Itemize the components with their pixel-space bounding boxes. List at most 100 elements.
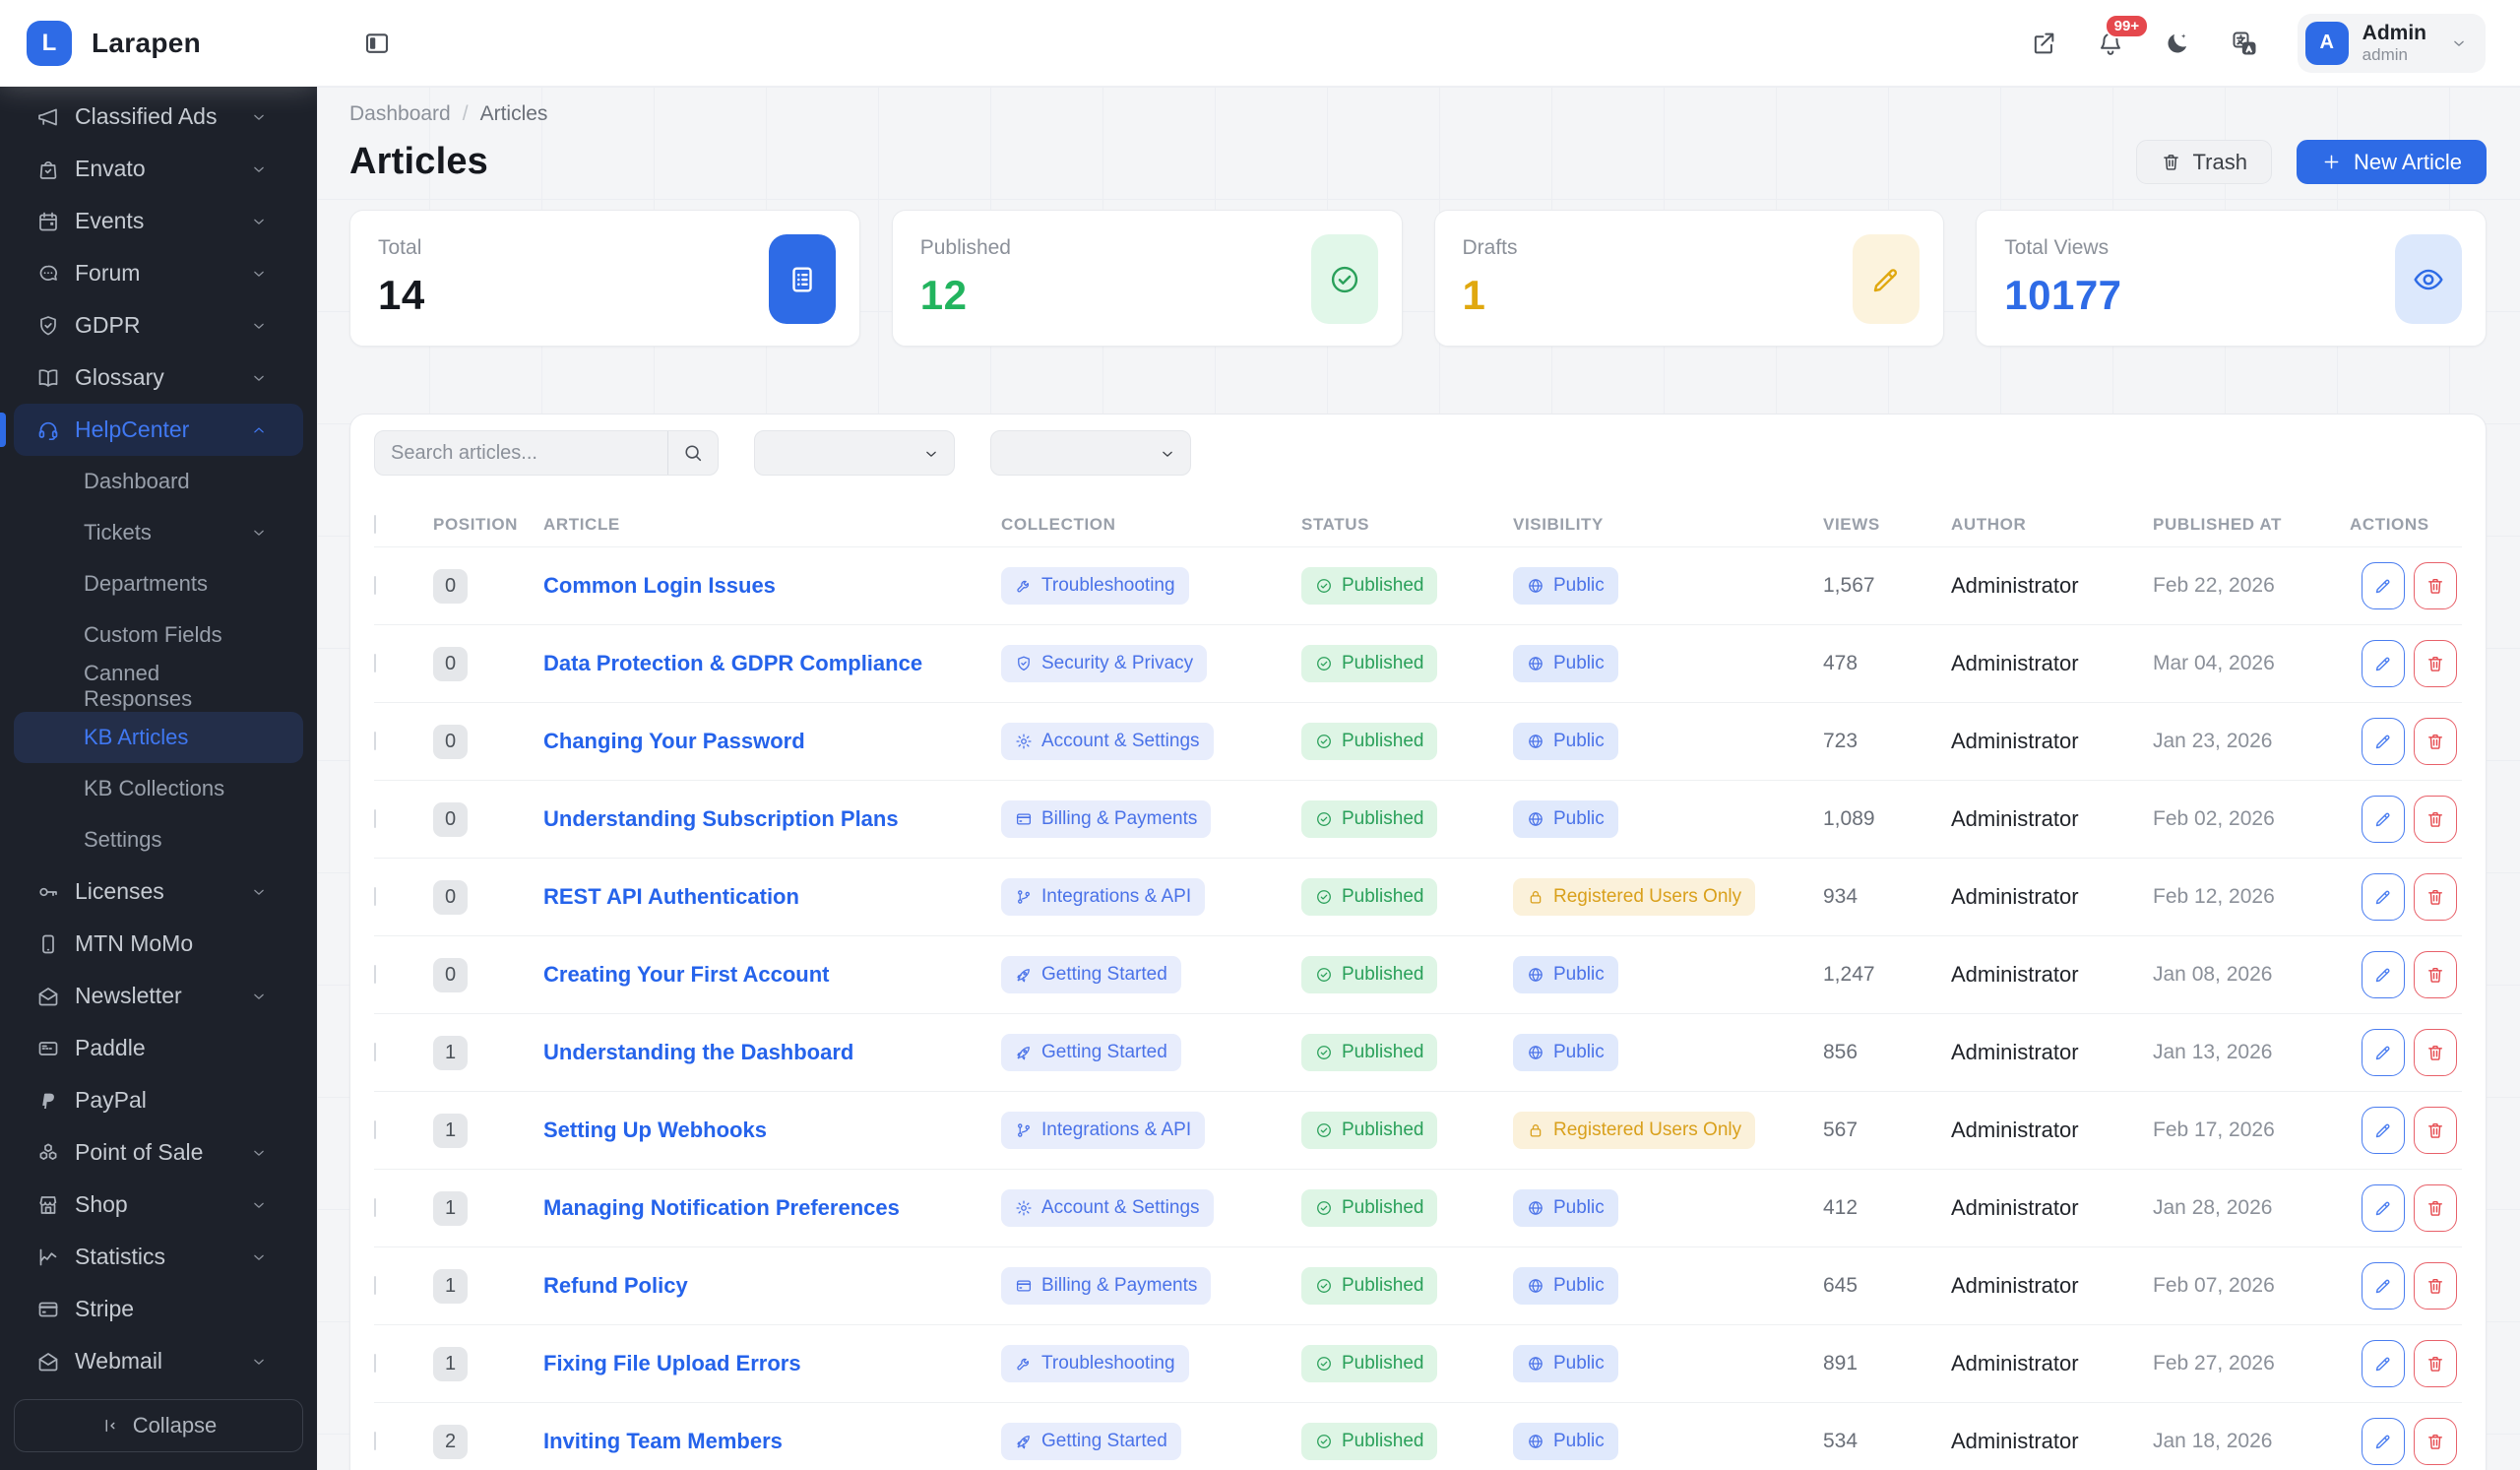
collection-filter-select[interactable] [754,430,955,476]
article-link[interactable]: Data Protection & GDPR Compliance [543,651,922,675]
row-checkbox[interactable] [374,887,376,906]
wrench-icon [1015,577,1033,595]
collapse-sidebar-button[interactable]: Collapse [14,1399,303,1452]
edit-button[interactable] [2362,1418,2405,1465]
sidebar-toggle-icon[interactable] [362,29,392,58]
sidebar-item-shop[interactable]: Shop [14,1179,303,1231]
delete-button[interactable] [2414,873,2457,921]
views-value: 567 [1823,1118,1951,1142]
sidebar-item-events[interactable]: Events [14,195,303,247]
status-badge: Published [1301,800,1437,838]
row-checkbox[interactable] [374,1043,376,1061]
sidebar-item-tickets[interactable]: Tickets [14,507,303,558]
sidebar-item-kb-collections[interactable]: KB Collections [14,763,303,814]
edit-button[interactable] [2362,1340,2405,1387]
key-icon [36,880,60,904]
row-checkbox[interactable] [374,809,376,828]
row-checkbox[interactable] [374,965,376,984]
article-link[interactable]: Common Login Issues [543,573,776,598]
article-link[interactable]: Managing Notification Preferences [543,1195,900,1220]
row-checkbox[interactable] [374,1432,376,1450]
sidebar-item-webmail[interactable]: Webmail [14,1335,303,1387]
delete-button[interactable] [2414,640,2457,687]
delete-button[interactable] [2414,1184,2457,1232]
search-input[interactable] [375,431,667,475]
article-link[interactable]: Setting Up Webhooks [543,1118,767,1142]
row-checkbox[interactable] [374,576,376,595]
external-link-icon[interactable] [2030,30,2057,57]
table-body: 0 Common Login Issues Troubleshooting Pu… [374,546,2462,1470]
published-date: Jan 23, 2026 [2153,730,2350,753]
edit-button[interactable] [2362,951,2405,998]
sidebar-item-kb-articles[interactable]: KB Articles [14,712,303,763]
status-filter-select[interactable] [990,430,1191,476]
sidebar-item-point-of-sale[interactable]: Point of Sale [14,1126,303,1179]
sidebar-item-classified-ads[interactable]: Classified Ads [14,91,303,143]
sidebar-item-dashboard[interactable]: Dashboard [14,456,303,507]
delete-button[interactable] [2414,796,2457,843]
edit-button[interactable] [2362,718,2405,765]
search-icon[interactable] [667,431,718,475]
sidebar-item-paypal[interactable]: PayPal [14,1074,303,1126]
delete-button[interactable] [2414,718,2457,765]
delete-button[interactable] [2414,562,2457,609]
edit-button[interactable] [2362,640,2405,687]
sidebar-item-mtn-momo[interactable]: MTN MoMo [14,918,303,970]
dark-mode-icon[interactable] [2164,30,2191,57]
edit-button[interactable] [2362,1184,2405,1232]
check-circle-icon [1315,733,1333,750]
edit-button[interactable] [2362,1029,2405,1076]
delete-button[interactable] [2414,1029,2457,1076]
notifications-button[interactable]: 99+ [2097,30,2124,57]
sidebar-item-glossary[interactable]: Glossary [14,352,303,404]
sidebar-item-newsletter[interactable]: Newsletter [14,970,303,1022]
article-link[interactable]: Understanding Subscription Plans [543,806,899,831]
delete-button[interactable] [2414,1262,2457,1310]
status-badge: Published [1301,645,1437,682]
sidebar-item-envato[interactable]: Envato [14,143,303,195]
article-link[interactable]: Changing Your Password [543,729,805,753]
delete-button[interactable] [2414,1340,2457,1387]
row-checkbox[interactable] [374,1354,376,1373]
sidebar-item-gdpr[interactable]: GDPR [14,299,303,352]
article-link[interactable]: REST API Authentication [543,884,799,909]
row-checkbox[interactable] [374,1276,376,1295]
sidebar-item-label: Shop [75,1191,128,1218]
sidebar-item-canned-responses[interactable]: Canned Responses [14,661,303,712]
edit-button[interactable] [2362,796,2405,843]
edit-button[interactable] [2362,1107,2405,1154]
sidebar-item-departments[interactable]: Departments [14,558,303,609]
article-link[interactable]: Understanding the Dashboard [543,1040,853,1064]
visibility-badge: Public [1513,1034,1618,1071]
delete-button[interactable] [2414,951,2457,998]
mail-open-icon [36,985,60,1008]
edit-button[interactable] [2362,873,2405,921]
row-checkbox[interactable] [374,654,376,672]
edit-button[interactable] [2362,562,2405,609]
sidebar-item-paddle[interactable]: Paddle [14,1022,303,1074]
delete-button[interactable] [2414,1418,2457,1465]
breadcrumb-dashboard[interactable]: Dashboard [349,102,451,126]
sidebar-item-custom-fields[interactable]: Custom Fields [14,609,303,661]
sidebar-item-settings[interactable]: Settings [14,814,303,865]
select-all-checkbox[interactable] [374,515,376,534]
article-link[interactable]: Refund Policy [543,1273,688,1298]
row-checkbox[interactable] [374,1120,376,1139]
trash-button[interactable]: Trash [2136,140,2272,184]
new-article-button[interactable]: New Article [2297,140,2487,184]
article-link[interactable]: Inviting Team Members [543,1429,783,1453]
row-checkbox[interactable] [374,1198,376,1217]
sidebar-item-stripe[interactable]: Stripe [14,1283,303,1335]
article-link[interactable]: Creating Your First Account [543,962,830,987]
row-checkbox[interactable] [374,732,376,750]
delete-button[interactable] [2414,1107,2457,1154]
article-link[interactable]: Fixing File Upload Errors [543,1351,801,1375]
sidebar-item-licenses[interactable]: Licenses [14,865,303,918]
edit-button[interactable] [2362,1262,2405,1310]
sidebar-item-statistics[interactable]: Statistics [14,1231,303,1283]
language-icon[interactable] [2231,30,2258,57]
user-menu[interactable]: A Admin admin [2298,14,2486,73]
status-badge: Published [1301,567,1437,605]
sidebar-item-forum[interactable]: Forum [14,247,303,299]
sidebar-item-helpcenter[interactable]: HelpCenter [14,404,303,456]
